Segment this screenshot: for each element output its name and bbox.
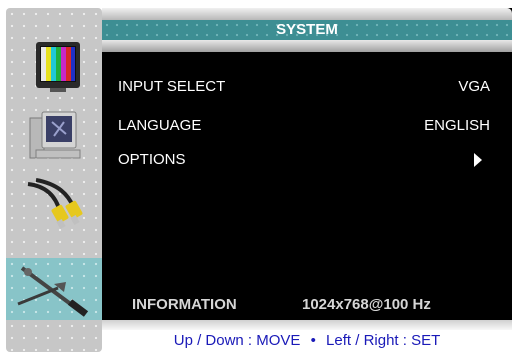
help-separator: • (310, 332, 316, 349)
sidebar-item-picture[interactable] (6, 36, 102, 98)
menu-item-input-select[interactable]: INPUT SELECT VGA (118, 76, 490, 98)
color-bars-monitor-icon (36, 42, 80, 92)
title-bevel (102, 40, 512, 52)
sidebar (6, 8, 102, 352)
main-panel: SYSTEM INPUT SELECT VGA LANGUAGE ENGLISH… (102, 8, 512, 352)
sidebar-item-system[interactable] (6, 258, 102, 320)
help-move-text: Up / Down : MOVE (173, 332, 301, 349)
av-cable-icon (27, 178, 83, 229)
menu-item-options[interactable]: OPTIONS (118, 149, 490, 171)
osd-window: SYSTEM INPUT SELECT VGA LANGUAGE ENGLISH… (0, 0, 517, 364)
bottom-bevel (102, 320, 512, 330)
menu-item-language[interactable]: LANGUAGE ENGLISH (118, 115, 490, 137)
tools-icon (17, 266, 89, 317)
language-value: ENGLISH (424, 117, 490, 134)
submenu-arrow-icon (474, 153, 482, 167)
information-label: INFORMATION (132, 296, 237, 313)
top-bevel (102, 8, 512, 20)
computer-monitor-icon (29, 111, 81, 159)
help-bar: Up / Down : MOVE • Left / Right : SET (102, 330, 512, 352)
input-select-value: VGA (458, 78, 490, 95)
information-value: 1024x768@100 Hz (302, 296, 431, 313)
help-set-text: Left / Right : SET (326, 332, 441, 349)
sidebar-item-input[interactable] (6, 174, 102, 236)
information-readout: INFORMATION 1024x768@100 Hz (132, 294, 431, 316)
page-title: SYSTEM (102, 20, 512, 40)
sidebar-item-display[interactable] (6, 104, 102, 166)
menu-item-label: LANGUAGE (118, 117, 202, 134)
menu-item-label: INPUT SELECT (118, 78, 226, 95)
menu-item-label: OPTIONS (118, 151, 186, 168)
